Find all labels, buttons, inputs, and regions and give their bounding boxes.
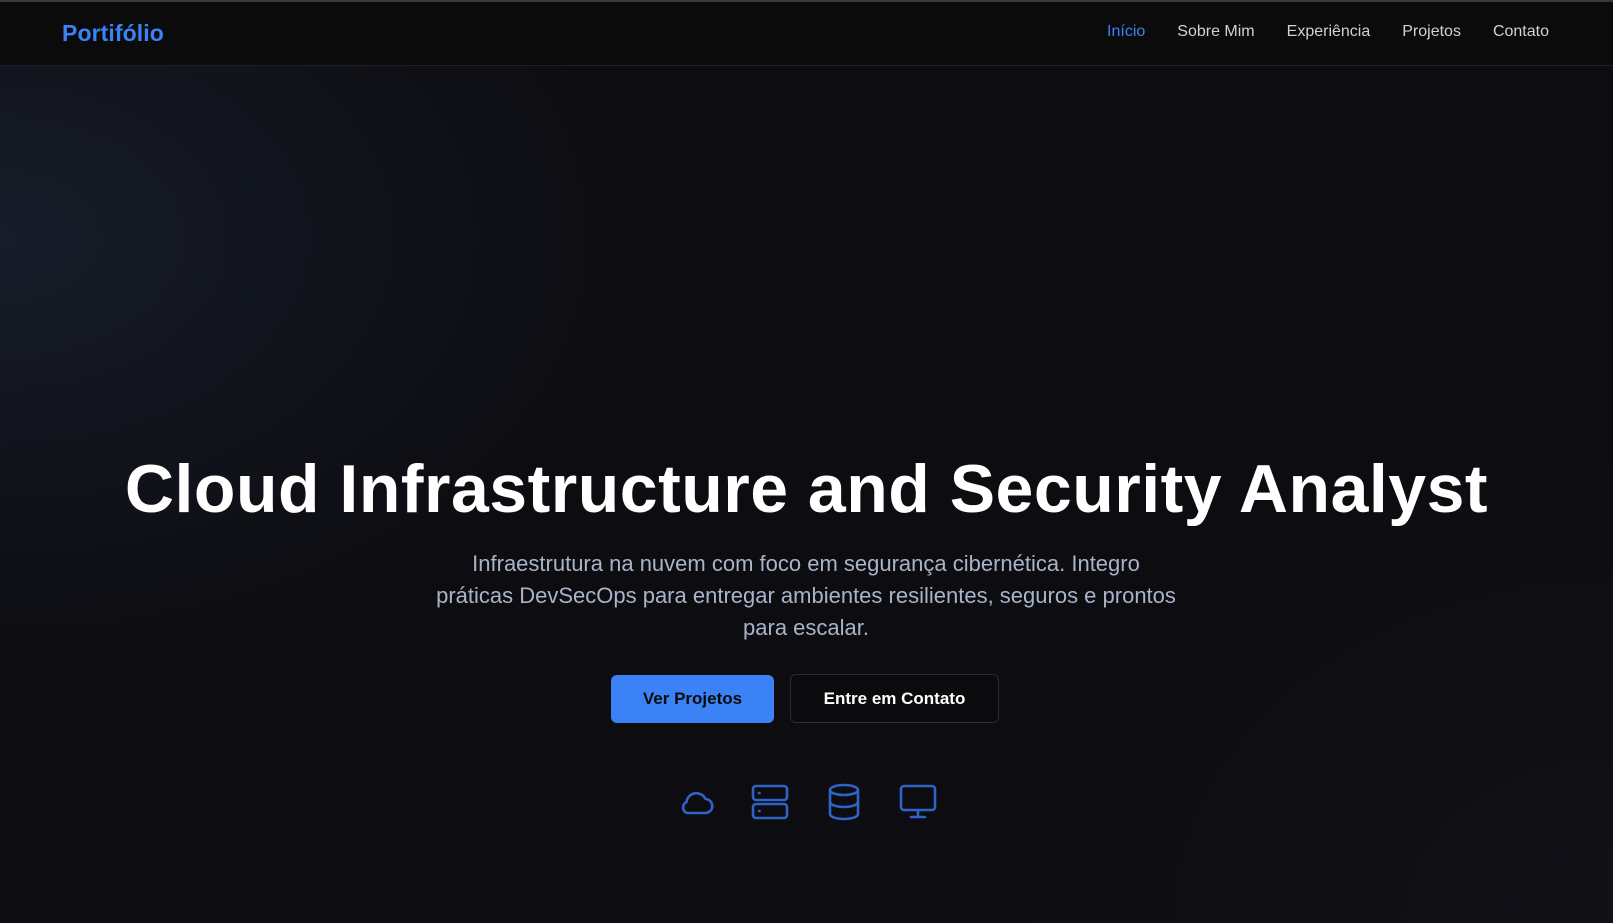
nav-link-experiencia[interactable]: Experiência — [1287, 23, 1371, 41]
tech-icons-row — [676, 782, 938, 822]
contact-button[interactable]: Entre em Contato — [790, 674, 999, 723]
main-nav: Início Sobre Mim Experiência Projetos Co… — [1107, 23, 1549, 41]
hero-section: Cloud Infrastructure and Security Analys… — [0, 66, 1613, 923]
hero-subtitle: Infraestrutura na nuvem com foco em segu… — [436, 551, 1176, 640]
server-icon — [750, 782, 790, 822]
monitor-icon — [898, 782, 938, 822]
nav-link-projetos[interactable]: Projetos — [1402, 23, 1461, 41]
navbar: Portifólio Início Sobre Mim Experiência … — [0, 2, 1613, 66]
nav-link-inicio[interactable]: Início — [1107, 23, 1145, 41]
nav-link-contato[interactable]: Contato — [1493, 23, 1549, 41]
nav-link-sobre-mim[interactable]: Sobre Mim — [1177, 23, 1254, 41]
brand-logo-link[interactable]: Portifólio — [62, 20, 164, 47]
database-icon — [824, 782, 864, 822]
view-projects-button[interactable]: Ver Projetos — [611, 675, 774, 723]
cloud-icon — [676, 782, 716, 822]
hero-title: Cloud Infrastructure and Security Analys… — [124, 451, 1489, 527]
